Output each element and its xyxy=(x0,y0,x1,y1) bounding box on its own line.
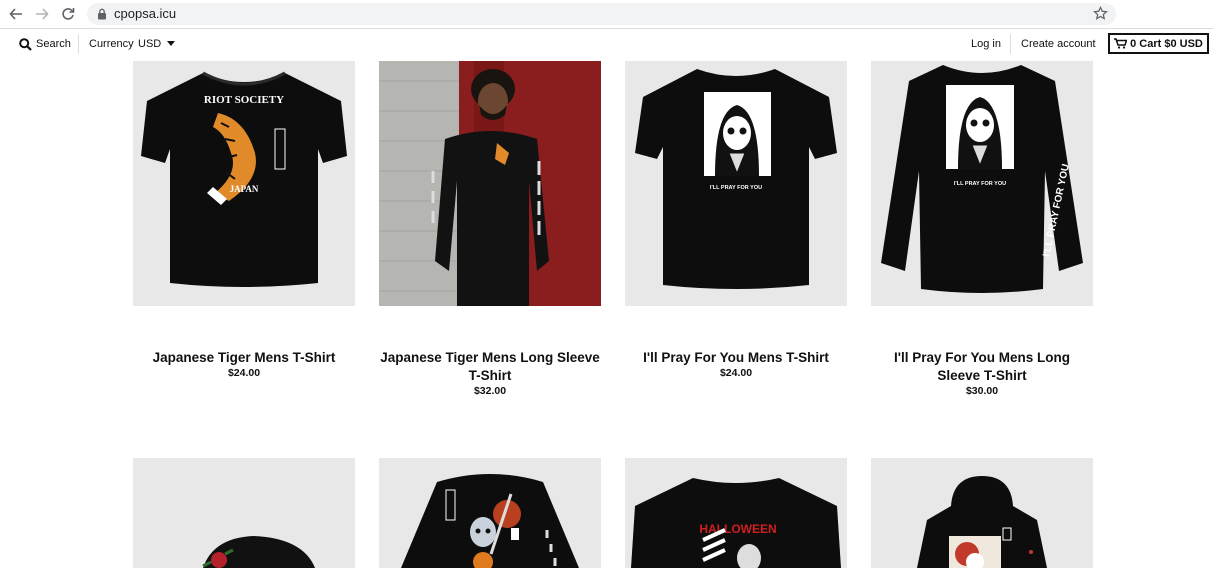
address-bar[interactable]: cpopsa.icu xyxy=(87,3,1116,25)
cart-button[interactable]: 0 Cart $0 USD xyxy=(1108,33,1209,54)
product-card[interactable]: I'LL PRAY FOR YOU xyxy=(625,61,847,306)
currency-value: USD xyxy=(138,38,162,50)
header-divider xyxy=(1010,34,1011,54)
product-card[interactable]: RIOT SOCIETY JAPAN xyxy=(133,61,355,306)
product-title[interactable]: I'll Pray For You Mens Long Sleeve T-Shi… xyxy=(871,349,1093,385)
product-title[interactable]: Japanese Tiger Mens T-Shirt xyxy=(133,349,355,367)
product-image[interactable]: RIOT SOCIETY JAPAN xyxy=(133,61,355,306)
model-longsleeve-image xyxy=(379,61,601,306)
pray-print-caption: I'LL PRAY FOR YOU xyxy=(710,185,762,191)
product-card[interactable] xyxy=(133,458,355,568)
create-account-link[interactable]: Create account xyxy=(1021,29,1096,59)
product-image[interactable] xyxy=(133,458,355,568)
lock-icon xyxy=(98,8,106,20)
search-label: Search xyxy=(36,38,71,50)
product-info: Japanese Tiger Mens Long Sleeve T-Shirt … xyxy=(379,349,601,398)
login-link[interactable]: Log in xyxy=(971,29,1001,59)
currency-label: Currency xyxy=(89,29,134,59)
product-title[interactable]: I'll Pray For You Mens T-Shirt xyxy=(625,349,847,367)
product-card[interactable]: I'LL PRAY FOR YOU I'LL PRAY FOR YOU xyxy=(871,61,1093,306)
product-price: $24.00 xyxy=(719,367,753,379)
product-card[interactable] xyxy=(871,458,1093,568)
login-label: Log in xyxy=(971,38,1001,50)
product-image[interactable] xyxy=(379,458,601,568)
back-button[interactable] xyxy=(6,4,26,24)
forward-button[interactable] xyxy=(32,4,52,24)
currency-select[interactable]: USD xyxy=(138,29,176,59)
browser-toolbar: cpopsa.icu xyxy=(0,0,1213,29)
longsleeve-print-image xyxy=(401,474,579,568)
search-icon xyxy=(19,37,32,51)
reload-icon xyxy=(62,8,75,20)
product-price: $30.00 xyxy=(965,385,999,397)
pray-tshirt-image: I'LL PRAY FOR YOU xyxy=(635,69,837,289)
reload-button[interactable] xyxy=(58,4,78,24)
product-info: I'll Pray For You Mens Long Sleeve T-Shi… xyxy=(871,349,1093,398)
product-price: $32.00 xyxy=(473,385,507,397)
product-card[interactable] xyxy=(379,458,601,568)
cart-icon xyxy=(1114,38,1128,49)
arrow-left-icon xyxy=(9,8,22,20)
caret-down-icon xyxy=(167,41,176,46)
currency-label-text: Currency xyxy=(89,38,134,50)
tiger-print-bottom: JAPAN xyxy=(230,184,259,194)
arrow-right-icon xyxy=(36,8,49,20)
hoodie-image xyxy=(917,476,1047,568)
store-header: Search Currency USD Log in Create accoun… xyxy=(0,29,1213,59)
tiger-print-top: RIOT SOCIETY xyxy=(204,94,284,106)
url-text: cpopsa.icu xyxy=(114,6,177,21)
product-card[interactable]: HALLOWEEN xyxy=(625,458,847,568)
halloween-tshirt-image: HALLOWEEN xyxy=(631,478,841,568)
product-image[interactable]: HALLOWEEN xyxy=(625,458,847,568)
tiger-tshirt-image: RIOT SOCIETY JAPAN xyxy=(141,71,347,287)
product-image[interactable] xyxy=(379,61,601,306)
header-divider xyxy=(78,34,79,54)
product-image[interactable]: I'LL PRAY FOR YOU I'LL PRAY FOR YOU xyxy=(871,61,1093,306)
pray-longsleeve-caption: I'LL PRAY FOR YOU xyxy=(954,181,1006,187)
product-price: $24.00 xyxy=(227,367,261,379)
cart-label: 0 Cart $0 USD xyxy=(1130,37,1203,50)
search-link[interactable]: Search xyxy=(19,29,71,59)
product-info: I'll Pray For You Mens T-Shirt $24.00 xyxy=(625,349,847,380)
halloween-print-text: HALLOWEEN xyxy=(699,522,776,536)
product-image[interactable] xyxy=(871,458,1093,568)
pray-longsleeve-image: I'LL PRAY FOR YOU I'LL PRAY FOR YOU xyxy=(881,65,1083,293)
hat-image xyxy=(202,536,315,568)
product-title[interactable]: Japanese Tiger Mens Long Sleeve T-Shirt xyxy=(379,349,601,385)
product-info: Japanese Tiger Mens T-Shirt $24.00 xyxy=(133,349,355,380)
product-card[interactable] xyxy=(379,61,601,306)
product-image[interactable]: I'LL PRAY FOR YOU xyxy=(625,61,847,306)
bookmark-star-icon[interactable] xyxy=(1093,6,1108,21)
create-account-label: Create account xyxy=(1021,38,1096,50)
